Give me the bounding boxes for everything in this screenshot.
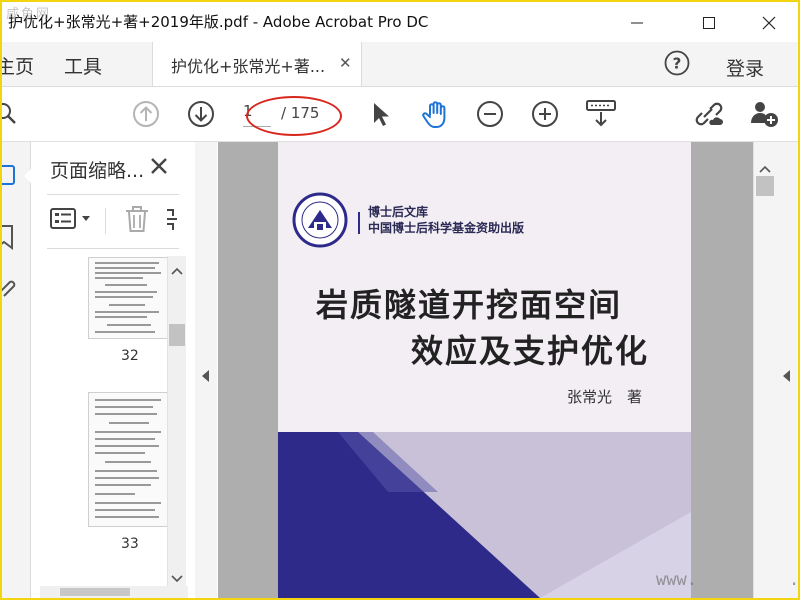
red-highlight-ellipse xyxy=(246,96,342,136)
select-tool-button[interactable] xyxy=(364,97,398,131)
next-page-button[interactable] xyxy=(184,97,218,131)
scroll-up-icon[interactable] xyxy=(759,158,771,177)
close-window-button[interactable] xyxy=(746,4,792,42)
hscroll-thumb[interactable] xyxy=(60,588,130,596)
zoom-in-button[interactable] xyxy=(528,97,562,131)
caret-left-icon xyxy=(202,370,209,382)
tab-document-label: 护优化+张常光+著... xyxy=(171,57,326,76)
bookmark-icon xyxy=(0,225,13,250)
watermark-top: 咸鱼网 xyxy=(6,7,52,22)
tab-bar: 主页 工具 护优化+张常光+著... ✕ ? 登录 xyxy=(0,42,798,87)
previous-page-button[interactable] xyxy=(129,97,163,131)
thumbnail-page-33[interactable] xyxy=(88,392,168,527)
document-scrollbar[interactable] xyxy=(753,142,776,598)
thumbnail-options-button[interactable] xyxy=(49,204,93,234)
thumbnails-scrollbar[interactable] xyxy=(167,256,186,586)
panel-divider xyxy=(47,248,179,249)
scroll-down-icon[interactable] xyxy=(171,568,183,587)
close-panel-button[interactable] xyxy=(149,156,171,178)
hand-icon xyxy=(422,101,446,128)
thumbnail-page-32[interactable] xyxy=(88,257,168,339)
author: 张常光 著 xyxy=(567,388,643,406)
maximize-icon xyxy=(703,17,715,29)
panel-pointer xyxy=(24,168,32,184)
search-icon xyxy=(0,103,16,124)
thumbnails-panel-title: 页面缩略... xyxy=(50,160,145,182)
cover-bottom-graphic xyxy=(278,432,691,598)
add-user-icon xyxy=(751,102,778,127)
maximize-button[interactable] xyxy=(686,4,732,42)
delete-page-button[interactable] xyxy=(123,204,151,234)
close-icon xyxy=(762,16,776,30)
tab-tools[interactable]: 工具 xyxy=(64,52,102,79)
login-button[interactable]: 登录 xyxy=(726,54,764,81)
caret-left-icon xyxy=(783,370,790,382)
close-tab-icon[interactable]: ✕ xyxy=(339,54,352,72)
scroll-up-icon[interactable] xyxy=(171,260,183,279)
search-button[interactable] xyxy=(0,97,24,131)
bookmarks-rail-button[interactable] xyxy=(0,222,28,252)
share-link-button[interactable] xyxy=(691,97,725,131)
svg-text:?: ? xyxy=(673,55,682,73)
thumbnail-page-number: 32 xyxy=(121,348,139,364)
attachments-rail-button[interactable] xyxy=(0,278,28,304)
collapse-left-pane[interactable] xyxy=(195,142,217,598)
close-icon xyxy=(151,158,167,174)
scroll-thumb[interactable] xyxy=(169,324,185,346)
list-options-icon xyxy=(50,208,90,229)
tab-home[interactable]: 主页 xyxy=(0,52,34,79)
add-user-button[interactable] xyxy=(747,97,781,131)
cursor-arrow-icon xyxy=(374,103,389,126)
watermark-bottom: www. .com xyxy=(656,570,800,590)
trash-icon xyxy=(126,206,148,232)
hand-tool-button[interactable] xyxy=(419,97,453,131)
window-title: 护优化+张常光+著+2019年版.pdf - Adobe Acrobat Pro… xyxy=(8,13,429,31)
thumbnail-page-number: 33 xyxy=(121,536,139,552)
pdf-page: 博士后文库 中国博士后科学基金资助出版 岩质隧道开挖面空间 效应及支护优化 张常… xyxy=(278,142,691,598)
thumbnails-hscrollbar[interactable] xyxy=(40,586,188,598)
tab-document[interactable]: 护优化+张常光+著... ✕ xyxy=(152,42,362,86)
link-icon xyxy=(695,102,723,126)
book-title-line2: 效应及支护优化 xyxy=(411,332,650,370)
left-rail xyxy=(0,142,31,598)
question-icon: ? xyxy=(664,50,690,76)
zoom-in-icon xyxy=(532,101,558,127)
collapse-right-pane[interactable] xyxy=(775,142,798,598)
minimize-button[interactable] xyxy=(614,4,660,42)
arrow-up-circle-icon xyxy=(133,101,159,127)
book-title-line1: 岩质隧道开挖面空间 xyxy=(316,286,623,324)
minimize-icon xyxy=(631,22,643,24)
series-name: 博士后文库 xyxy=(368,205,429,219)
more-tools-button[interactable] xyxy=(165,206,179,234)
postdoc-emblem-logo xyxy=(292,192,348,248)
toolbar-divider xyxy=(105,208,106,234)
scroll-mode-button[interactable] xyxy=(584,97,618,131)
series-subtitle: 中国博士后科学基金资助出版 xyxy=(368,221,525,235)
panel-divider xyxy=(47,194,179,195)
pages-icon xyxy=(0,165,15,185)
insert-page-icon xyxy=(167,209,177,230)
cover-divider xyxy=(358,212,360,234)
paperclip-icon xyxy=(0,280,16,297)
scroll-thumb[interactable] xyxy=(756,176,774,196)
title-bar: 护优化+张常光+著+2019年版.pdf - Adobe Acrobat Pro… xyxy=(2,2,798,42)
keyboard-scroll-icon xyxy=(586,100,616,127)
zoom-out-button[interactable] xyxy=(473,97,507,131)
toolbar: 1 / 175 xyxy=(0,87,798,142)
arrow-down-circle-icon xyxy=(188,101,214,127)
help-button[interactable]: ? xyxy=(664,50,690,76)
zoom-out-icon xyxy=(477,101,503,127)
